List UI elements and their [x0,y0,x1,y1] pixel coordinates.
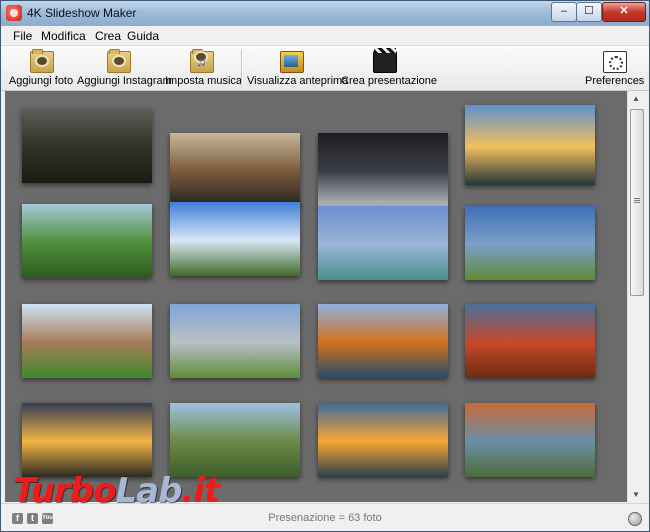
vertical-scrollbar[interactable]: ▲ ▼ [627,91,645,502]
window-title: 4K Slideshow Maker [27,6,137,20]
photo-green-ridges[interactable] [22,204,152,278]
menu-modifica[interactable]: Modifica [41,29,86,43]
scroll-up-icon[interactable]: ▲ [632,94,640,103]
preview-button[interactable]: Visualizza anteprima [247,46,349,90]
folder-music-icon [190,49,214,73]
photo-sunset-lake[interactable] [22,403,152,477]
preferences-button[interactable]: Preferences [585,46,645,90]
menu-guida[interactable]: Guida [127,29,159,43]
status-bar: f t You Presenazione = 63 foto [1,503,649,531]
grip-icon [634,198,640,204]
menu-crea[interactable]: Crea [95,29,121,43]
minimize-button[interactable]: – [551,2,577,22]
preview-picture-icon [280,51,304,73]
set-music-button[interactable]: Imposta musica [165,46,243,90]
create-slideshow-label: Crea presentazione [341,75,438,87]
photo-forest-river[interactable] [170,202,300,276]
app-logo-icon [6,5,22,21]
folder-instagram-icon [107,49,131,73]
preferences-label: Preferences [585,75,645,87]
photo-misty-valley[interactable] [22,109,152,183]
globe-icon[interactable] [628,512,642,526]
photo-planet-surreal[interactable] [170,133,300,207]
menu-bar: File Modifica Crea Guida [1,26,649,46]
folder-photo-icon [30,49,54,73]
app-window: 4K Slideshow Maker – ☐ ✕ File Modifica C… [0,0,650,532]
photo-rock-fortress[interactable] [22,304,152,378]
clapperboard-icon [373,48,397,73]
photo-dark-waterfall[interactable] [318,133,448,207]
photo-rice-terraces[interactable] [465,403,595,477]
toolbar: Aggiungi foto Aggiungi Instagram Imposta… [1,46,649,91]
photo-sunset-coast[interactable] [318,403,448,477]
add-photo-label: Aggiungi foto [8,75,74,87]
title-bar[interactable]: 4K Slideshow Maker – ☐ ✕ [1,1,649,26]
preview-label: Visualizza anteprima [247,75,349,87]
photo-grass-ladder[interactable] [170,403,300,477]
add-instagram-label: Aggiungi Instagram [77,75,172,87]
maximize-button[interactable]: ☐ [576,2,602,22]
photo-count-text: Presenazione = 63 foto [268,512,382,524]
close-button[interactable]: ✕ [602,2,646,22]
add-instagram-button[interactable]: Aggiungi Instagram [77,46,172,90]
photo-red-tree[interactable] [465,304,595,378]
photo-gallery[interactable] [5,91,627,502]
photo-alpine-lake[interactable] [318,206,448,280]
menu-file[interactable]: File [13,29,32,43]
set-music-label: Imposta musica [165,75,243,87]
toolbar-separator [241,50,242,86]
add-photo-button[interactable]: Aggiungi foto [7,46,75,90]
photo-mountain-lake-sunset[interactable] [465,105,595,185]
scroll-down-icon[interactable]: ▼ [632,490,640,499]
create-slideshow-button[interactable]: Crea presentazione [341,46,438,90]
photo-autumn-boat[interactable] [318,304,448,378]
scrollbar-thumb[interactable] [630,109,644,296]
gear-icon [603,51,627,73]
photo-snowy-peaks[interactable] [170,304,300,378]
photo-village-hills[interactable] [465,206,595,280]
